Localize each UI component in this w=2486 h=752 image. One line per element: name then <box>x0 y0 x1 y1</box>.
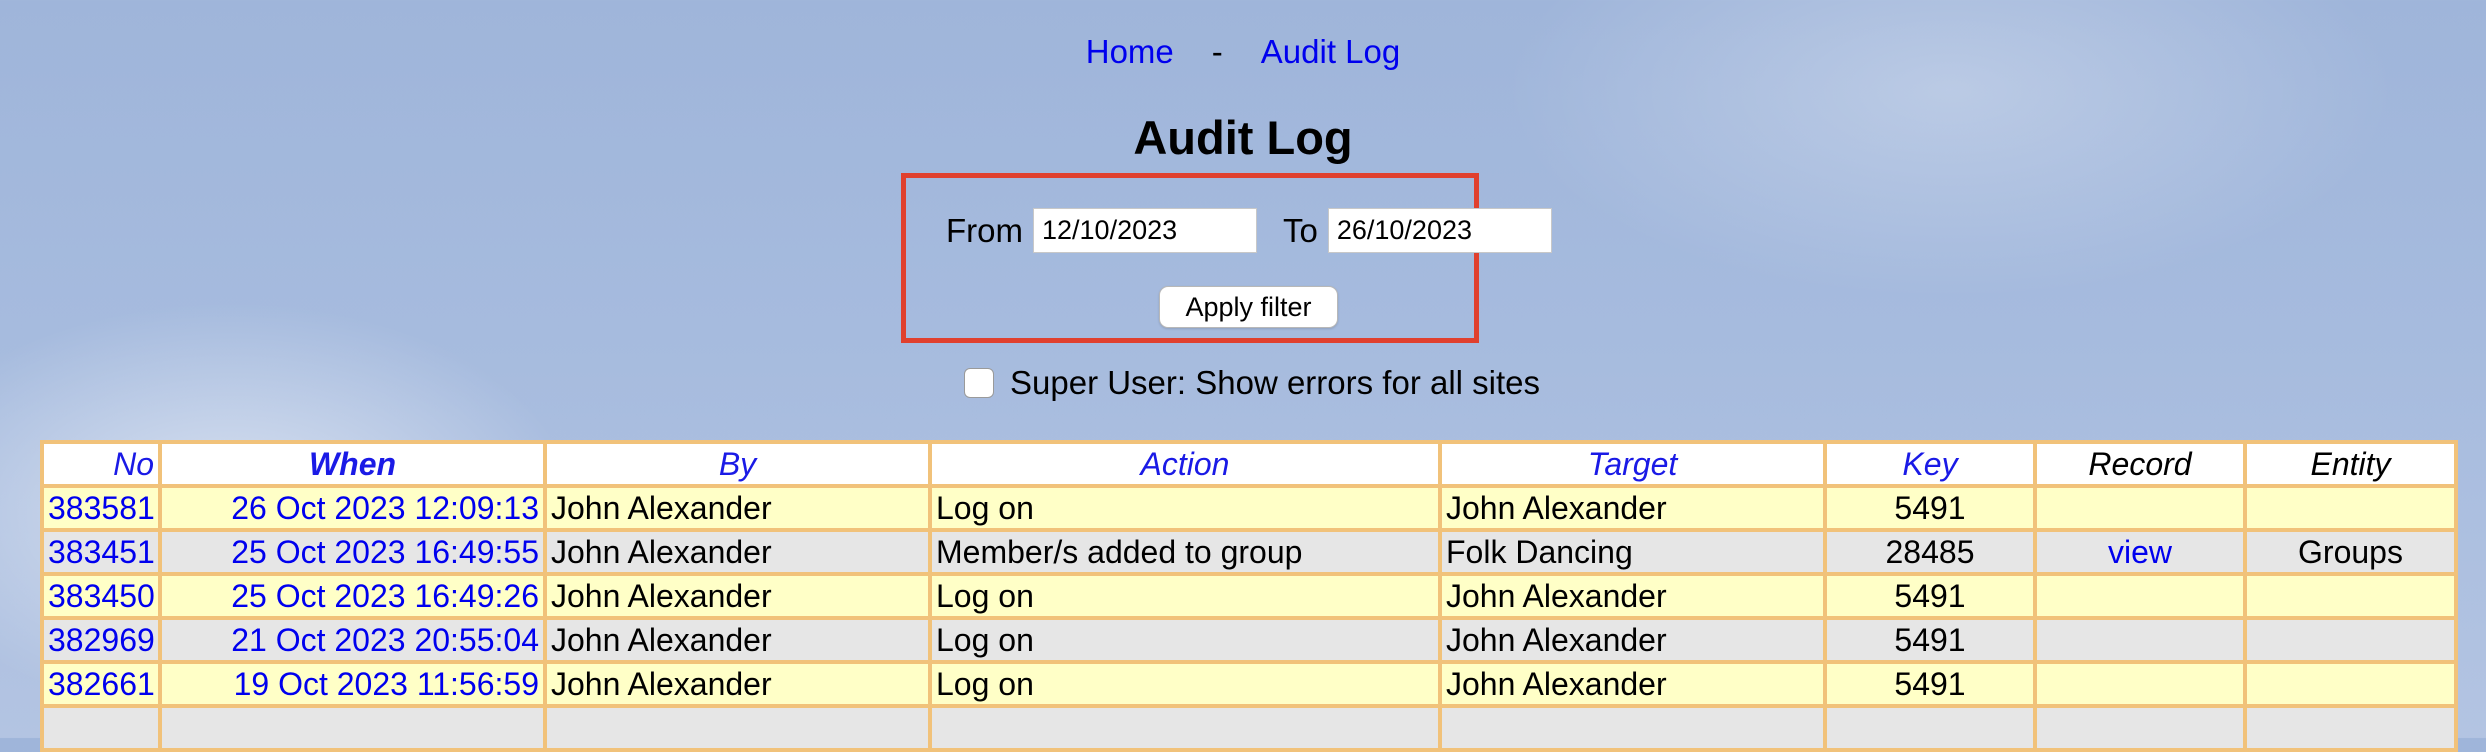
page-title: Audit Log <box>1133 111 1353 164</box>
row-when: 25 Oct 2023 16:49:55 <box>158 528 547 576</box>
column-header-when[interactable]: When <box>158 440 547 488</box>
row-target: Folk Dancing <box>1438 528 1827 576</box>
row-action: Log on <box>928 660 1442 708</box>
table-row: 382969 21 Oct 2023 20:55:04 John Alexand… <box>40 616 2458 664</box>
row-entity: Groups <box>2243 528 2458 576</box>
column-header-target[interactable]: Target <box>1438 440 1827 488</box>
breadcrumb-separator: - <box>1211 33 1223 70</box>
to-label: To <box>1283 211 1318 249</box>
row-by: John Alexander <box>543 616 932 664</box>
date-filter-panel: From To Apply filter <box>901 173 1552 343</box>
column-header-key[interactable]: Key <box>1823 440 2037 488</box>
row-when: 26 Oct 2023 12:09:13 <box>158 484 547 532</box>
table-header-row: No When By Action Target Key Record Enti… <box>40 440 2458 488</box>
table-row-partial <box>40 704 2458 752</box>
row-when: 19 Oct 2023 11:56:59 <box>158 660 547 708</box>
column-header-by[interactable]: By <box>543 440 932 488</box>
row-action: Log on <box>928 616 1442 664</box>
row-key: 5491 <box>1823 572 2037 620</box>
row-entity <box>2243 660 2458 708</box>
row-target: John Alexander <box>1438 660 1827 708</box>
table-row: 383450 25 Oct 2023 16:49:26 John Alexand… <box>40 572 2458 620</box>
table-row: 382661 19 Oct 2023 11:56:59 John Alexand… <box>40 660 2458 708</box>
apply-filter-button[interactable]: Apply filter <box>1159 286 1338 328</box>
breadcrumb-audit-log-link[interactable]: Audit Log <box>1261 33 1400 70</box>
row-key: 5491 <box>1823 484 2037 532</box>
row-target: John Alexander <box>1438 616 1827 664</box>
column-header-action[interactable]: Action <box>928 440 1442 488</box>
column-header-no[interactable]: No <box>40 440 162 488</box>
row-action: Log on <box>928 484 1442 532</box>
breadcrumb-home-link[interactable]: Home <box>1086 33 1174 70</box>
row-entity <box>2243 616 2458 664</box>
row-number-link[interactable]: 383451 <box>48 534 155 570</box>
row-number-link[interactable]: 382969 <box>48 622 155 658</box>
row-by: John Alexander <box>543 660 932 708</box>
row-number-link[interactable]: 383450 <box>48 578 155 614</box>
super-user-label: Super User: Show errors for all sites <box>1010 364 1541 401</box>
table-row: 383581 26 Oct 2023 12:09:13 John Alexand… <box>40 484 2458 532</box>
row-key: 5491 <box>1823 616 2037 664</box>
row-action: Log on <box>928 572 1442 620</box>
row-target: John Alexander <box>1438 572 1827 620</box>
row-key: 28485 <box>1823 528 2037 576</box>
super-user-checkbox[interactable] <box>964 368 994 398</box>
super-user-option: Super User: Show errors for all sites <box>964 364 1540 402</box>
row-by: John Alexander <box>543 528 932 576</box>
row-key: 5491 <box>1823 660 2037 708</box>
breadcrumb: Home - Audit Log <box>0 30 2486 74</box>
to-date-input[interactable] <box>1327 208 1552 253</box>
from-date-input[interactable] <box>1033 208 1257 253</box>
row-by: John Alexander <box>543 572 932 620</box>
row-when: 21 Oct 2023 20:55:04 <box>158 616 547 664</box>
date-range-row: From To <box>946 208 1552 253</box>
row-record-link[interactable]: view <box>2108 534 2172 570</box>
row-by: John Alexander <box>543 484 932 532</box>
column-header-entity: Entity <box>2243 440 2458 488</box>
from-label: From <box>946 211 1023 249</box>
table-row: 383451 25 Oct 2023 16:49:55 John Alexand… <box>40 528 2458 576</box>
row-entity <box>2243 484 2458 532</box>
row-number-link[interactable]: 383581 <box>48 490 155 526</box>
row-action: Member/s added to group <box>928 528 1442 576</box>
row-entity <box>2243 572 2458 620</box>
row-number-link[interactable]: 382661 <box>48 666 155 702</box>
column-header-record: Record <box>2033 440 2247 488</box>
row-when: 25 Oct 2023 16:49:26 <box>158 572 547 620</box>
row-target: John Alexander <box>1438 484 1827 532</box>
audit-log-table: No When By Action Target Key Record Enti… <box>40 440 2458 752</box>
